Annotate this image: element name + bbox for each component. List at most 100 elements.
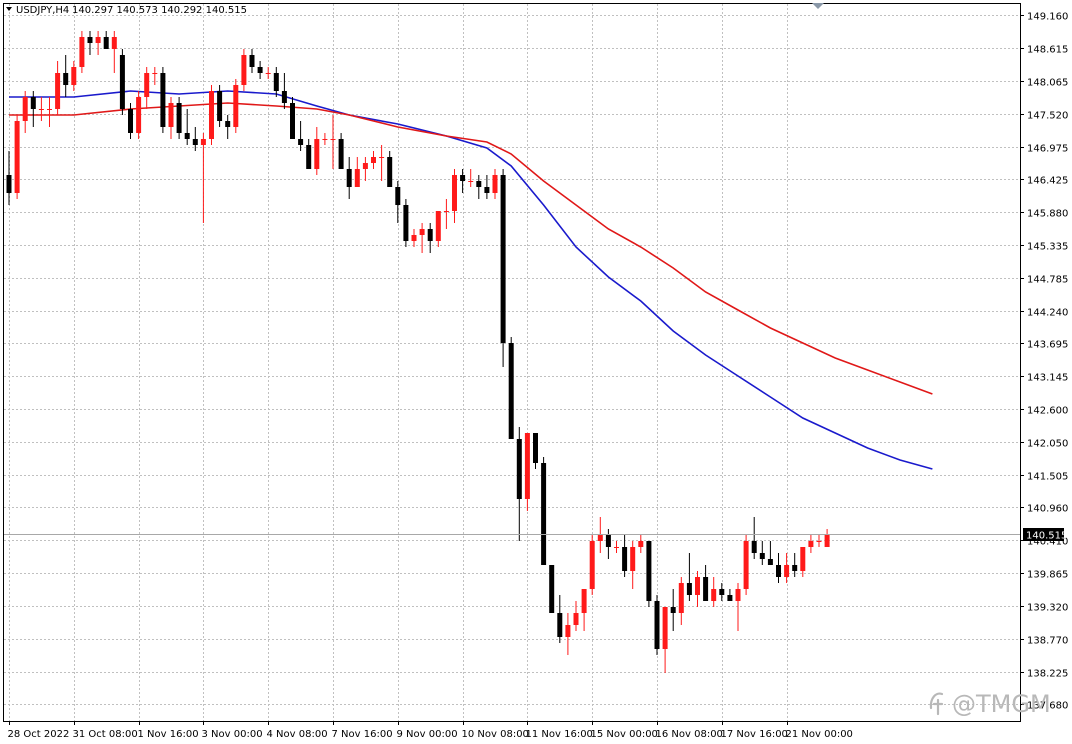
- candle: [103, 31, 109, 49]
- candle-body: [622, 547, 628, 571]
- x-tick-label: 10 Nov 08:00: [462, 729, 529, 740]
- candle-body: [290, 103, 295, 139]
- price-axis[interactable]: 149.160 148.615 148.065 147.520 146.975 146.4…: [1020, 12, 1068, 712]
- candle-body: [338, 139, 344, 169]
- candle-body: [711, 589, 717, 601]
- candle-body: [249, 55, 255, 67]
- candle: [14, 115, 20, 199]
- candle: [371, 151, 376, 169]
- candle: [354, 157, 360, 187]
- candle: [47, 97, 52, 127]
- candle-body: [306, 145, 312, 169]
- y-tick-label: 138.225: [1027, 669, 1068, 680]
- candle-body: [184, 133, 190, 139]
- candle: [419, 223, 425, 253]
- symbol-label: USDJPY,H4: [16, 5, 69, 16]
- watermark-text: @TMGM: [952, 690, 1051, 718]
- candle-body: [443, 211, 449, 212]
- candle: [273, 67, 279, 97]
- candle-body: [816, 541, 822, 542]
- scroll-shift-triangle-icon[interactable]: [812, 3, 824, 9]
- candle-body: [192, 139, 198, 145]
- candle: [22, 91, 28, 133]
- candle-body: [6, 175, 12, 193]
- candle: [605, 529, 611, 559]
- candle-body: [79, 37, 85, 67]
- candle-body: [427, 229, 433, 241]
- candle-body: [144, 73, 150, 97]
- candle: [435, 211, 441, 247]
- candle-body: [314, 139, 320, 169]
- candle: [233, 79, 239, 133]
- candle: [200, 133, 206, 223]
- time-axis[interactable]: 28 Oct 2022 31 Oct 08:00 1 Nov 16:00 3 Nov …: [8, 721, 853, 740]
- candle-body: [484, 187, 490, 193]
- y-tick-label: 147.520: [1027, 111, 1068, 122]
- candle: [209, 85, 214, 145]
- candle-body: [257, 67, 263, 73]
- candle: [622, 535, 628, 577]
- y-tick-label: 143.145: [1027, 373, 1068, 384]
- candle-body: [476, 181, 482, 187]
- candle-body: [824, 535, 830, 547]
- candle-body: [298, 139, 304, 145]
- candle: [346, 157, 352, 199]
- candle: [808, 535, 814, 553]
- x-tick-label: 21 Nov 00:00: [786, 729, 853, 740]
- chart-menu-triangle-icon[interactable]: [6, 7, 12, 11]
- candle: [703, 565, 709, 601]
- candle: [379, 145, 385, 181]
- candle: [784, 553, 790, 583]
- candle: [160, 67, 166, 133]
- candle: [298, 121, 304, 151]
- candle: [565, 613, 571, 655]
- candle: [281, 73, 287, 109]
- candle-body: [241, 55, 247, 85]
- candle: [152, 67, 158, 85]
- candle-body: [95, 37, 101, 43]
- candle-body: [565, 625, 571, 637]
- candle: [776, 553, 781, 583]
- candle: [686, 553, 692, 601]
- x-tick-label: 3 Nov 00:00: [202, 729, 263, 740]
- candle-body: [217, 91, 223, 121]
- candle: [541, 457, 547, 565]
- candle-body: [808, 541, 814, 547]
- candle: [241, 49, 247, 91]
- candle-body: [751, 541, 757, 553]
- candle-body: [727, 595, 733, 601]
- candle-body: [14, 121, 20, 193]
- x-tick-label: 16 Nov 08:00: [656, 729, 723, 740]
- candle-body: [371, 157, 376, 163]
- candle: [427, 223, 433, 253]
- candle: [314, 127, 320, 175]
- candle-body: [200, 139, 206, 145]
- candle: [443, 199, 449, 229]
- y-tick-label: 140.960: [1027, 504, 1068, 515]
- ohlc-label: 140.297 140.573 140.292 140.515: [72, 5, 247, 16]
- candle-body: [630, 547, 636, 571]
- candle-body: [346, 169, 352, 187]
- candle-body: [411, 235, 417, 241]
- candle: [330, 115, 336, 169]
- candle: [492, 169, 498, 199]
- candle: [516, 427, 522, 541]
- candle-body: [573, 613, 579, 625]
- x-tick-label: 9 Nov 00:00: [397, 729, 458, 740]
- candle: [460, 169, 466, 193]
- candle-body: [500, 175, 506, 343]
- y-tick-label: 145.335: [1027, 242, 1068, 253]
- candle-body: [379, 157, 385, 158]
- y-tick-label: 149.160: [1027, 12, 1068, 23]
- candle: [711, 577, 717, 607]
- candle: [824, 529, 830, 547]
- candle: [589, 535, 595, 595]
- candle-body: [800, 547, 806, 571]
- candle: [452, 169, 457, 223]
- y-tick-label: 143.695: [1027, 340, 1068, 351]
- candle-body: [395, 187, 401, 205]
- candle: [322, 133, 328, 145]
- candle-body: [662, 607, 668, 649]
- x-tick-label: 31 Oct 08:00: [73, 729, 138, 740]
- candle: [136, 91, 142, 139]
